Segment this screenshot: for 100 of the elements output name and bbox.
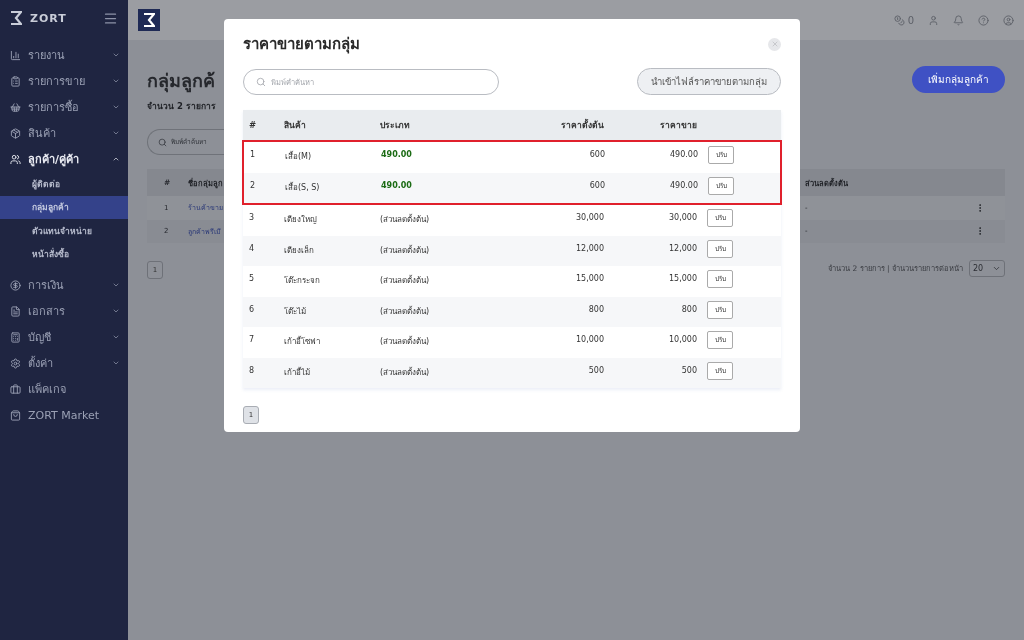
table-cell-text: เสื้อ(M) [285,150,313,163]
table-cell-text: 490.00 [381,149,413,159]
table-cell-text: 15,000 [668,273,697,283]
chevron-down-icon [112,281,120,289]
table-cell-text: 10,000 [668,334,697,344]
sidebar-item[interactable]: ลูกค้า/คู่ค้า [0,146,128,172]
sidebar-item[interactable]: ZORT Market [0,402,128,428]
record-count: จำนวน 2 รายการ [147,100,216,113]
sidebar-item-icon [10,75,21,87]
table-header-cell-text: ราคาตั้งต้น [560,118,604,132]
table-header-cell-text: ราคาขาย [659,119,697,132]
sidebar-subitem[interactable]: หน้าสั่งซื้อ [0,242,128,266]
chevron-down-icon [112,51,120,59]
add-group-button[interactable]: เพิ่มกลุ่มลูกค้า [912,66,1005,93]
chevron-down-icon [112,333,120,341]
logo-icon [10,11,22,25]
sidebar-item-icon [10,49,21,61]
sidebar-item-icon [10,305,21,317]
table-cell-text: 600 [588,149,605,159]
table-cell-text: โต๊ะไม้ [284,305,307,318]
table-cell-text: 5 [248,273,256,283]
table-cell-text: 800 [587,303,604,314]
sidebar-item-icon [10,101,21,113]
table-cell-text: 490.00 [381,179,413,190]
chevron-down-icon [112,359,120,367]
sidebar-subitem[interactable]: ผู้ติดต่อ [0,172,128,196]
sidebar-item[interactable]: แพ็คเกจ [0,376,128,402]
table-cell-text: (ส่วนลดตั้งต้น) [380,335,431,348]
table-cell-text: 500 [587,364,604,375]
table-cell-text: 500 [680,364,697,375]
table-cell-text: 30,000 [668,212,697,222]
sidebar-subitem[interactable]: ตัวแทนจำหน่าย [0,219,128,243]
account-icon[interactable] [1003,14,1014,26]
chevron-down-icon [112,129,120,137]
table-cell-text: เตียงเล็ก [284,244,315,257]
table-cell-text: เก้าอี้โซฟา [284,335,321,348]
logo-icon [143,13,155,27]
sidebar-item-icon [10,383,21,395]
table-cell-text: (ส่วนลดตั้งต้น) [380,244,431,257]
sidebar-subitem[interactable]: กลุ่มลูกค้า [0,195,128,219]
table-cell-text: (ส่วนลดตั้งต้น) [380,305,431,318]
table-cell-text: โต๊ะกระจก [284,275,321,287]
table-cell-text: (ส่วนลดตั้งต้น) [380,213,431,226]
chevron-down-icon [112,103,120,111]
table-cell-text: (ส่วนลดตั้งต้น) [380,274,431,287]
close-button[interactable] [768,37,781,51]
table-cell-text: เสื้อ(S, S) [285,181,321,194]
table-cell-text: 8 [248,364,256,375]
table-cell-text: เตียงใหญ่ [284,214,318,226]
table-cell-text: 3 [248,212,256,222]
sidebar-item[interactable]: รายงาน [0,42,128,68]
coin-count: 0 [907,14,914,26]
sidebar-item[interactable]: บัญชี [0,324,128,350]
bell-icon[interactable] [953,14,964,26]
logo-badge[interactable] [138,9,160,31]
help-icon[interactable] [978,14,989,26]
table-header-cell-text: # [248,120,258,130]
table-cell-text: (ส่วนลดตั้งต้น) [380,366,431,379]
table-cell-text: 12,000 [668,242,697,253]
table-cell-text: 490.00 [669,179,698,190]
sidebar-item-icon [10,279,21,291]
sidebar-item[interactable]: รายการซื้อ [0,94,128,120]
table-cell-text: 12,000 [575,242,604,253]
chevron-up-icon [112,155,120,163]
chevron-down-icon [112,77,120,85]
table-header-cell-text: สินค้า [284,119,307,132]
table-cell-text: 4 [248,242,256,253]
table-cell-text: 800 [680,303,697,314]
sidebar-item[interactable]: สินค้า [0,120,128,146]
sidebar-item[interactable]: ตั้งค่า [0,350,128,376]
table-cell-text: 600 [588,179,605,190]
import-button[interactable]: นำเข้าไฟล์ราคาขายตามกลุ่ม [637,68,781,95]
table-cell-text: 6 [248,303,256,314]
table-header-cell-text: ประเภท [380,119,411,132]
sidebar-item[interactable]: เอกสาร [0,298,128,324]
sidebar-item-icon [10,331,21,343]
table-cell-text: 30,000 [575,212,604,222]
table-cell-text: 10,000 [575,334,604,344]
table-cell-text: 7 [248,334,256,344]
table-cell-text: 15,000 [575,273,604,283]
chevron-down-icon [112,307,120,315]
close-icon [770,40,779,48]
modal-title: ราคาขายตามกลุ่ม [243,34,360,56]
sidebar-item[interactable]: รายการขาย [0,68,128,94]
table-cell-text: 1 [249,149,257,159]
sidebar-item-icon [10,357,21,369]
brand-name: ZORT [30,11,68,25]
coin-icon [893,14,905,26]
page-size-select[interactable]: 20 [969,259,1005,277]
table-cell-text: 2 [249,179,257,190]
sidebar-item-icon [10,127,21,139]
sidebar-item-icon [10,153,21,165]
menu-icon[interactable] [103,10,118,26]
sidebar-item[interactable]: การเงิน [0,272,128,298]
page-title: กลุ่มลูกค้ [147,69,216,95]
search-icon [256,76,266,87]
table-cell-text: 490.00 [669,149,698,159]
sidebar-item-icon [10,409,21,421]
user-icon[interactable] [928,14,939,26]
table-cell-text: เก้าอี้ไม้ [284,366,311,379]
